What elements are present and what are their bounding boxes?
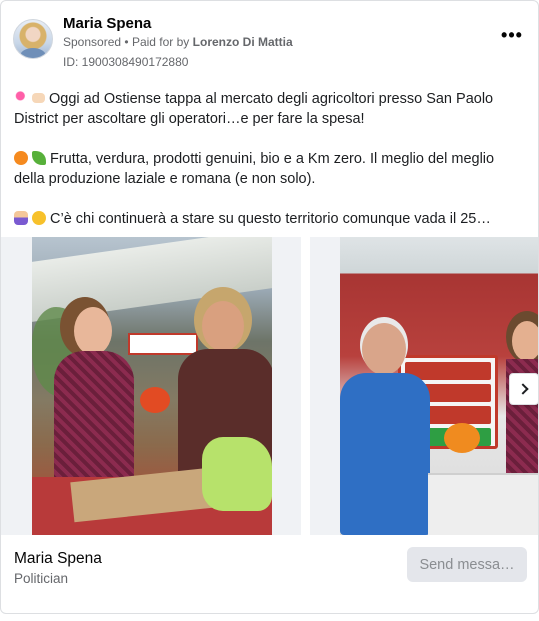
post-text: Oggi ad Ostiense tappa al mercato degli … xyxy=(14,89,524,249)
green-bag xyxy=(202,437,272,511)
footer-page-category: Politician xyxy=(14,571,69,586)
market-counter xyxy=(428,473,538,535)
image-carousel[interactable] xyxy=(1,237,538,535)
post-paragraph-1: Oggi ad Ostiense tappa al mercato degli … xyxy=(14,89,524,129)
paid-for-name: Lorenzo Di Mattia xyxy=(192,35,293,49)
post-header: Maria Spena Sponsored • Paid for by Lore… xyxy=(13,13,526,73)
paragraph-text: C’è chi continuerà a stare su questo ter… xyxy=(50,211,491,227)
smiling-face-icon xyxy=(32,211,46,225)
post-paragraph-2: Frutta, verdura, prodotti genuini, bio e… xyxy=(14,149,524,189)
figure-head xyxy=(362,323,406,375)
chevron-right-icon xyxy=(516,383,529,395)
sponsored-post-card: Maria Spena Sponsored • Paid for by Lore… xyxy=(0,0,539,614)
author-name[interactable]: Maria Spena xyxy=(63,15,151,32)
meta-dot: • xyxy=(124,35,132,49)
sponsored-label: Sponsored xyxy=(63,35,122,49)
person-raising-hand-icon xyxy=(14,211,28,225)
paragraph-text: Frutta, verdura, prodotti genuini, bio e… xyxy=(14,151,495,187)
figure-head xyxy=(202,301,244,351)
figure-head xyxy=(512,321,538,361)
figure-body xyxy=(340,373,430,535)
pointing-hand-icon xyxy=(32,93,45,103)
paragraph-text: Oggi ad Ostiense tappa al mercato degli … xyxy=(14,91,494,127)
more-options-button[interactable]: ••• xyxy=(498,26,526,49)
footer-page-name[interactable]: Maria Spena xyxy=(14,550,102,568)
ad-id: ID: 1900308490172880 xyxy=(63,55,189,69)
sponsored-meta: Sponsored • Paid for by Lorenzo Di Matti… xyxy=(63,35,293,49)
avatar[interactable] xyxy=(13,19,53,59)
carousel-slide-2[interactable] xyxy=(310,237,538,535)
figure-head xyxy=(74,307,112,355)
send-message-button[interactable]: Send messa… xyxy=(407,547,527,582)
leafy-green-icon xyxy=(32,151,46,165)
pumpkin xyxy=(140,387,170,413)
man-figure xyxy=(340,323,430,535)
post-paragraph-3: C’è chi continuerà a stare su questo ter… xyxy=(14,209,524,229)
carousel-next-button[interactable] xyxy=(509,373,538,405)
paid-for-prefix: Paid for by xyxy=(131,35,190,49)
tangerine-icon xyxy=(14,151,28,165)
market-photo-1[interactable] xyxy=(32,237,272,535)
figure-body xyxy=(54,351,134,491)
carousel-slide-1[interactable] xyxy=(1,237,301,535)
avatar-shoulders xyxy=(20,48,46,58)
pushpin-icon xyxy=(14,91,28,105)
cut-pumpkin xyxy=(444,423,480,453)
